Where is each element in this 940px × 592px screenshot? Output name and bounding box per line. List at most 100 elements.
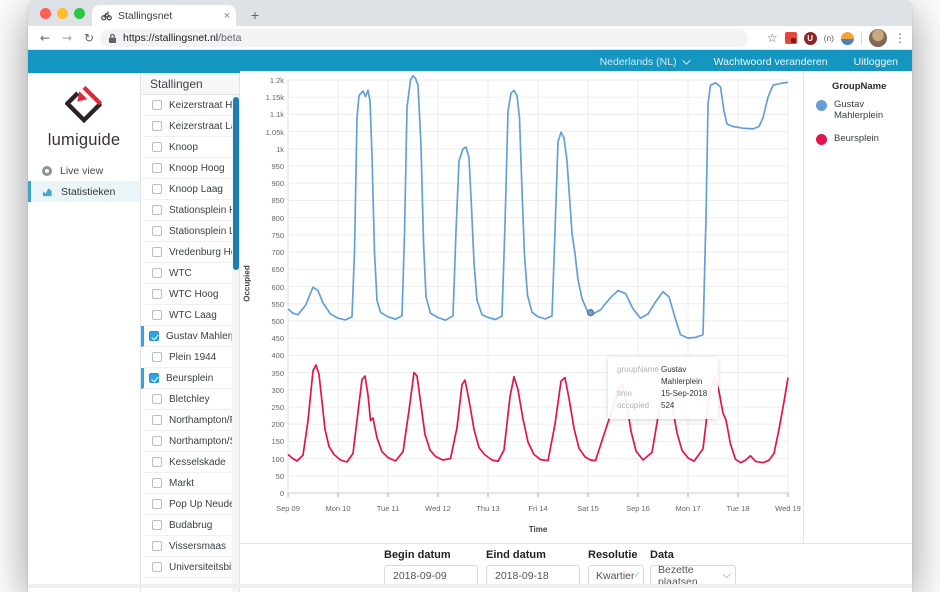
stalling-list-item[interactable]: Vissersmaas bbox=[141, 536, 232, 557]
stalling-list-item[interactable]: Pop Up Neude bbox=[141, 494, 232, 515]
stalling-list-item[interactable]: Beursplein bbox=[141, 368, 232, 389]
stalling-list-item[interactable]: Knoop bbox=[141, 137, 232, 158]
stalling-label: Kesselskade bbox=[169, 457, 226, 468]
stalling-list-item[interactable]: Bletchley bbox=[141, 389, 232, 410]
browser-menu-icon[interactable]: ⋮ bbox=[894, 31, 906, 45]
scrollbar-thumb[interactable] bbox=[233, 97, 239, 270]
reload-icon[interactable]: ↻ bbox=[78, 31, 100, 45]
stalling-list-item[interactable]: Knoop Hoog bbox=[141, 158, 232, 179]
change-password-link[interactable]: Wachtwoord veranderen bbox=[714, 56, 828, 68]
stalling-list-item[interactable]: Stationsplein Laag bbox=[141, 221, 232, 242]
checkbox-checked[interactable] bbox=[149, 331, 159, 341]
checkbox-unchecked[interactable] bbox=[152, 415, 162, 425]
checkbox-unchecked[interactable] bbox=[152, 499, 162, 509]
x-tick-label: Sat 15 bbox=[563, 504, 613, 513]
checkbox-checked[interactable] bbox=[149, 373, 159, 383]
stalling-label: Plein 1944 bbox=[169, 352, 216, 363]
resolution-select[interactable]: Kwartier bbox=[588, 565, 644, 586]
stalling-list-item[interactable]: Northampton/Platform bbox=[141, 410, 232, 431]
back-icon[interactable]: ← bbox=[34, 31, 56, 45]
window-zoom-button[interactable] bbox=[74, 8, 85, 19]
stalling-label: Vredenburg Hoog bbox=[169, 247, 232, 258]
end-date-input[interactable] bbox=[486, 565, 580, 586]
checkbox-unchecked[interactable] bbox=[152, 289, 162, 299]
stalling-list-item[interactable]: WTC bbox=[141, 263, 232, 284]
stalling-list-item[interactable]: Universiteitsbibliotheek bbox=[141, 557, 232, 578]
logout-link[interactable]: Uitloggen bbox=[854, 56, 898, 68]
address-bar[interactable]: https://stallingsnet.nl/beta bbox=[100, 29, 748, 47]
checkbox-unchecked[interactable] bbox=[152, 352, 162, 362]
stalling-list-item[interactable]: Gustav Mahlerplein bbox=[141, 326, 232, 347]
new-tab-button[interactable]: + bbox=[244, 4, 266, 26]
checkbox-unchecked[interactable] bbox=[152, 163, 162, 173]
stalling-list-item[interactable]: Budabrug bbox=[141, 515, 232, 536]
tooltip-label: time bbox=[617, 388, 661, 400]
stalling-list-item[interactable]: Markt bbox=[141, 473, 232, 494]
hover-point-marker bbox=[588, 310, 594, 316]
legend-title: GroupName bbox=[832, 81, 886, 92]
occupancy-line-chart[interactable] bbox=[240, 71, 803, 543]
sidebar-item-label: Statistieken bbox=[61, 186, 115, 198]
stalling-list-item[interactable]: WTC Laag bbox=[141, 305, 232, 326]
checkbox-unchecked[interactable] bbox=[152, 436, 162, 446]
legend-entry[interactable]: Beursplein bbox=[816, 133, 906, 145]
checkbox-unchecked[interactable] bbox=[152, 310, 162, 320]
stalling-list-item[interactable]: Kesselskade bbox=[141, 452, 232, 473]
tab-close-icon[interactable]: × bbox=[224, 10, 230, 22]
checkbox-unchecked[interactable] bbox=[152, 247, 162, 257]
legend-color-dot bbox=[816, 100, 827, 111]
data-type-select[interactable]: Bezette plaatsen bbox=[650, 565, 736, 586]
bookmark-star-icon[interactable]: ☆ bbox=[767, 31, 778, 45]
stalling-list-item[interactable]: Keizerstraat Hoog bbox=[141, 95, 232, 116]
url-text: https://stallingsnet.nl/beta bbox=[123, 32, 242, 44]
checkbox-unchecked[interactable] bbox=[152, 121, 162, 131]
browser-tab[interactable]: Stallingsnet × bbox=[92, 5, 236, 26]
forward-icon[interactable]: → bbox=[56, 31, 78, 45]
stalling-label: Stationsplein Laag bbox=[169, 226, 232, 237]
checkbox-unchecked[interactable] bbox=[152, 562, 162, 572]
checkbox-unchecked[interactable] bbox=[152, 226, 162, 236]
checkbox-unchecked[interactable] bbox=[152, 268, 162, 278]
begin-date-input[interactable] bbox=[384, 565, 478, 586]
checkbox-unchecked[interactable] bbox=[152, 142, 162, 152]
checkbox-unchecked[interactable] bbox=[152, 520, 162, 530]
y-tick-label: 950 bbox=[240, 162, 284, 171]
checkbox-unchecked[interactable] bbox=[152, 184, 162, 194]
checkbox-unchecked[interactable] bbox=[152, 205, 162, 215]
y-tick-label: 250 bbox=[240, 403, 284, 412]
checkbox-unchecked[interactable] bbox=[152, 100, 162, 110]
checkbox-unchecked[interactable] bbox=[152, 541, 162, 551]
stalling-list-item[interactable]: WTC Hoog bbox=[141, 284, 232, 305]
stallingen-scrollbar[interactable] bbox=[232, 95, 239, 592]
stalling-list-item[interactable]: Plein 1944 bbox=[141, 347, 232, 368]
stalling-label: Stationsplein Hoog bbox=[169, 205, 232, 216]
sidebar-item-live-view[interactable]: Live view bbox=[28, 160, 140, 181]
checkbox-unchecked[interactable] bbox=[152, 457, 162, 467]
chart-panel[interactable]: 0501001502002503003504004505005506006507… bbox=[240, 71, 803, 543]
stalling-label: Budabrug bbox=[169, 520, 212, 531]
extension-n-icon[interactable]: (n) bbox=[824, 33, 834, 43]
stalling-label: Keizerstraat Laag bbox=[169, 121, 232, 132]
language-selector[interactable]: Nederlands (NL) bbox=[600, 56, 688, 68]
window-minimize-button[interactable] bbox=[57, 8, 68, 19]
stalling-list-item[interactable]: Keizerstraat Laag bbox=[141, 116, 232, 137]
legend-entry[interactable]: Gustav Mahlerplein bbox=[816, 99, 906, 121]
extension-orange-icon[interactable] bbox=[841, 32, 854, 45]
profile-avatar[interactable] bbox=[869, 29, 887, 47]
resolution-label: Resolutie bbox=[588, 549, 644, 561]
extension-red-icon[interactable] bbox=[785, 32, 797, 44]
stalling-list-item[interactable]: Stationsplein Hoog bbox=[141, 200, 232, 221]
extension-ublock-icon[interactable]: U bbox=[804, 32, 817, 45]
checkbox-unchecked[interactable] bbox=[152, 394, 162, 404]
stalling-list-item[interactable]: Knoop Laag bbox=[141, 179, 232, 200]
checkbox-unchecked[interactable] bbox=[152, 478, 162, 488]
stalling-list-item[interactable]: Vredenburg Hoog bbox=[141, 242, 232, 263]
tooltip-row: occupied 524 bbox=[617, 400, 709, 412]
window-close-button[interactable] bbox=[40, 8, 51, 19]
end-date-group: Eind datum bbox=[486, 549, 580, 586]
sidebar-item-statistieken[interactable]: Statistieken bbox=[28, 181, 140, 202]
stalling-list-item[interactable]: Northampton/Shelter bbox=[141, 431, 232, 452]
chevron-down-icon bbox=[682, 56, 690, 64]
x-tick-label: Tue 18 bbox=[713, 504, 763, 513]
window-bottom-edge bbox=[28, 584, 912, 588]
